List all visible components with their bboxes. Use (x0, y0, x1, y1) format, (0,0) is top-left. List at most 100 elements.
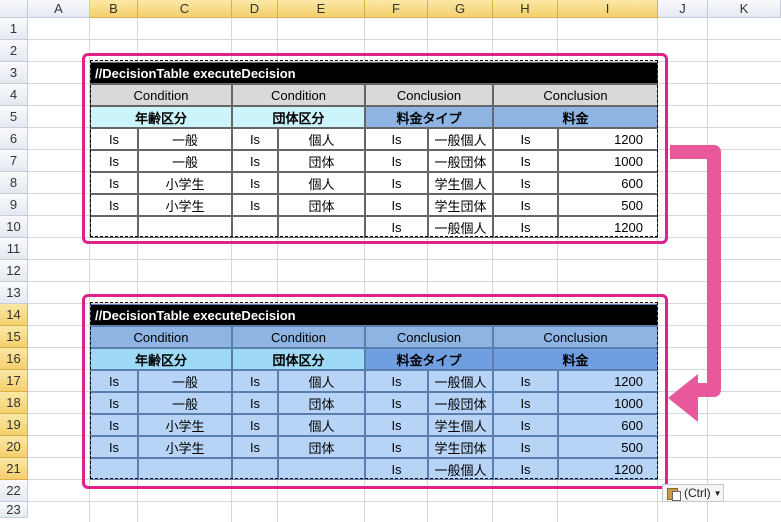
data-cell[interactable]: Is (493, 194, 558, 216)
data-cell[interactable]: 学生個人 (428, 172, 493, 194)
data-cell[interactable]: 学生団体 (428, 436, 493, 458)
data-cell[interactable]: 小学生 (138, 194, 232, 216)
data-cell[interactable]: 学生団体 (428, 194, 493, 216)
data-cell[interactable]: Is (365, 436, 428, 458)
data-cell[interactable] (138, 216, 232, 238)
data-cell[interactable]: Is (232, 128, 278, 150)
data-cell[interactable]: 600 (558, 172, 658, 194)
data-cell[interactable]: 一般 (138, 128, 232, 150)
data-cell[interactable]: Is (90, 172, 138, 194)
data-cell[interactable]: 小学生 (138, 436, 232, 458)
data-cell[interactable] (90, 216, 138, 238)
data-cell[interactable]: Is (90, 150, 138, 172)
header-condition[interactable]: Condition (232, 84, 365, 106)
key-label[interactable]: 料金 (493, 348, 658, 370)
header-conclusion[interactable]: Conclusion (493, 326, 658, 348)
data-cell[interactable] (138, 458, 232, 480)
data-cell[interactable]: 一般団体 (428, 392, 493, 414)
data-cell[interactable]: 一般個人 (428, 458, 493, 480)
header-condition[interactable]: Condition (232, 326, 365, 348)
data-cell[interactable]: 個人 (278, 414, 365, 436)
header-conclusion[interactable]: Conclusion (493, 84, 658, 106)
data-cell[interactable]: 団体 (278, 436, 365, 458)
key-label[interactable]: 年齢区分 (90, 348, 232, 370)
data-cell[interactable]: 500 (558, 194, 658, 216)
data-cell[interactable]: 学生個人 (428, 414, 493, 436)
table-title[interactable]: //DecisionTable executeDecision (90, 304, 658, 326)
data-cell[interactable]: Is (493, 172, 558, 194)
spreadsheet[interactable]: ABCDEFGHIJK 1 2 3 4 5 6 7 8 9 10 11 12 13 14 15 16 17 18 1… (0, 0, 781, 522)
data-cell[interactable]: 1200 (558, 370, 658, 392)
data-cell[interactable]: 一般個人 (428, 216, 493, 238)
data-cell[interactable]: Is (90, 194, 138, 216)
data-cell[interactable]: 小学生 (138, 414, 232, 436)
header-conclusion[interactable]: Conclusion (365, 326, 493, 348)
data-cell[interactable]: Is (365, 194, 428, 216)
data-cell[interactable] (232, 458, 278, 480)
data-cell[interactable]: 1000 (558, 150, 658, 172)
data-cell[interactable]: 団体 (278, 194, 365, 216)
data-cell[interactable]: 個人 (278, 128, 365, 150)
data-cell[interactable]: 1000 (558, 392, 658, 414)
data-cell[interactable]: Is (493, 392, 558, 414)
key-label[interactable]: 料金タイプ (365, 348, 493, 370)
data-cell[interactable]: Is (232, 172, 278, 194)
data-cell[interactable]: 個人 (278, 172, 365, 194)
key-label[interactable]: 団体区分 (232, 348, 365, 370)
data-cell[interactable]: Is (90, 436, 138, 458)
data-cell[interactable]: Is (493, 150, 558, 172)
data-cell[interactable]: Is (493, 370, 558, 392)
table-title[interactable]: //DecisionTable executeDecision (90, 62, 658, 84)
data-cell[interactable] (278, 458, 365, 480)
data-cell[interactable]: 600 (558, 414, 658, 436)
data-cell[interactable]: Is (365, 414, 428, 436)
data-cell[interactable]: 1200 (558, 128, 658, 150)
data-cell[interactable]: Is (232, 414, 278, 436)
data-cell[interactable]: Is (365, 128, 428, 150)
data-cell[interactable]: 一般個人 (428, 128, 493, 150)
data-cell[interactable]: Is (90, 370, 138, 392)
data-cell[interactable]: Is (365, 458, 428, 480)
data-cell[interactable]: 500 (558, 436, 658, 458)
key-label[interactable]: 料金タイプ (365, 106, 493, 128)
data-cell[interactable] (232, 216, 278, 238)
data-cell[interactable]: Is (493, 128, 558, 150)
data-cell[interactable]: 小学生 (138, 172, 232, 194)
data-cell[interactable]: Is (232, 370, 278, 392)
data-cell[interactable]: Is (90, 392, 138, 414)
data-cell[interactable] (278, 216, 365, 238)
data-cell[interactable]: Is (365, 216, 428, 238)
data-cell[interactable]: 一般 (138, 370, 232, 392)
data-cell[interactable]: 団体 (278, 150, 365, 172)
data-cell[interactable]: 一般 (138, 392, 232, 414)
data-cell[interactable]: Is (365, 392, 428, 414)
data-cell[interactable]: Is (493, 436, 558, 458)
data-cell[interactable]: Is (232, 150, 278, 172)
paste-options-button[interactable]: (Ctrl) ▼ (662, 484, 724, 502)
key-label[interactable]: 料金 (493, 106, 658, 128)
key-label[interactable]: 年齢区分 (90, 106, 232, 128)
data-cell[interactable]: 一般個人 (428, 370, 493, 392)
data-cell[interactable]: Is (232, 392, 278, 414)
data-cell[interactable]: Is (365, 150, 428, 172)
data-cell[interactable]: 個人 (278, 370, 365, 392)
data-cell[interactable] (90, 458, 138, 480)
data-cell[interactable]: 1200 (558, 458, 658, 480)
header-condition[interactable]: Condition (90, 326, 232, 348)
data-cell[interactable]: 団体 (278, 392, 365, 414)
data-cell[interactable]: Is (365, 172, 428, 194)
data-cell[interactable]: 一般 (138, 150, 232, 172)
data-cell[interactable]: Is (365, 370, 428, 392)
key-label[interactable]: 団体区分 (232, 106, 365, 128)
data-cell[interactable]: Is (232, 194, 278, 216)
data-cell[interactable]: 1200 (558, 216, 658, 238)
data-cell[interactable]: Is (493, 458, 558, 480)
data-cell[interactable]: Is (90, 414, 138, 436)
data-cell[interactable]: 一般団体 (428, 150, 493, 172)
header-conclusion[interactable]: Conclusion (365, 84, 493, 106)
data-cell[interactable]: Is (232, 436, 278, 458)
data-cell[interactable]: Is (493, 414, 558, 436)
data-cell[interactable]: Is (90, 128, 138, 150)
data-cell[interactable]: Is (493, 216, 558, 238)
header-condition[interactable]: Condition (90, 84, 232, 106)
